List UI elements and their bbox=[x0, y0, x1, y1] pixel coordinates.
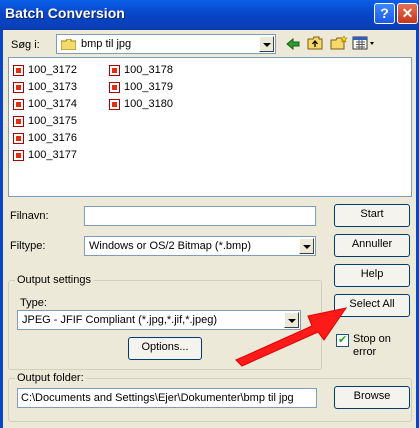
list-item[interactable]: 100_3173 bbox=[13, 79, 77, 95]
file-name: 100_3177 bbox=[28, 149, 77, 161]
cancel-button[interactable]: Annuller bbox=[334, 234, 410, 257]
close-button[interactable]: ✕ bbox=[397, 3, 418, 24]
stop-on-error-label: Stop on error bbox=[353, 333, 391, 359]
output-folder-field[interactable]: C:\Documents and Settings\Ejer\Dokumente… bbox=[17, 388, 317, 408]
browse-button[interactable]: Browse bbox=[334, 386, 410, 409]
output-folder-legend: Output folder: bbox=[15, 372, 86, 384]
browse-label: Browse bbox=[353, 390, 391, 402]
filename-label: Filnavn: bbox=[10, 210, 49, 222]
type-label: Type: bbox=[20, 297, 47, 309]
start-button[interactable]: Start bbox=[334, 204, 410, 227]
red-arrow-annotation bbox=[235, 307, 348, 367]
image-file-icon bbox=[13, 115, 24, 127]
view-menu-icon[interactable] bbox=[352, 35, 376, 51]
file-name: 100_3179 bbox=[124, 81, 173, 93]
folder-icon bbox=[60, 38, 77, 51]
image-file-icon bbox=[109, 81, 120, 93]
help-label: Help bbox=[360, 268, 384, 280]
image-file-icon bbox=[13, 132, 24, 144]
look-in-value: bmp til jpg bbox=[81, 38, 132, 50]
list-item[interactable]: 100_3176 bbox=[13, 130, 77, 146]
filetype-label: Filtype: bbox=[10, 240, 46, 252]
file-name: 100_3180 bbox=[124, 98, 173, 110]
options-label: Options... bbox=[141, 341, 189, 353]
list-item[interactable]: 100_3177 bbox=[13, 147, 77, 163]
chevron-down-icon[interactable] bbox=[259, 36, 274, 52]
file-list[interactable]: 100_3172 100_3173 100_3174 100_3175 100_… bbox=[8, 57, 412, 197]
output-folder-value: C:\Documents and Settings\Ejer\Dokumente… bbox=[21, 392, 294, 404]
title-bar: Batch Conversion ? ✕ bbox=[0, 0, 419, 30]
image-file-icon bbox=[13, 81, 24, 93]
file-name: 100_3174 bbox=[28, 98, 77, 110]
list-item[interactable]: 100_3180 bbox=[109, 96, 173, 112]
window-frame-left bbox=[0, 30, 3, 428]
new-folder-icon[interactable] bbox=[330, 35, 348, 51]
image-file-icon bbox=[13, 64, 24, 76]
file-name: 100_3176 bbox=[28, 132, 77, 144]
start-label: Start bbox=[360, 208, 384, 220]
file-name: 100_3173 bbox=[28, 81, 77, 93]
image-file-icon bbox=[13, 98, 24, 110]
file-name: 100_3178 bbox=[124, 64, 173, 76]
help-title-button[interactable]: ? bbox=[374, 3, 395, 24]
output-settings-legend: Output settings bbox=[15, 274, 93, 286]
file-name: 100_3175 bbox=[28, 115, 77, 127]
output-type-value: JPEG - JFIF Compliant (*.jpg,*.jif,*.jpe… bbox=[22, 314, 218, 326]
look-in-dropdown[interactable]: bmp til jpg bbox=[56, 34, 276, 54]
list-item[interactable]: 100_3172 bbox=[13, 62, 77, 78]
options-button[interactable]: Options... bbox=[128, 337, 202, 360]
filetype-dropdown[interactable]: Windows or OS/2 Bitmap (*.bmp) bbox=[84, 236, 316, 256]
image-file-icon bbox=[109, 98, 120, 110]
window-title: Batch Conversion bbox=[5, 5, 125, 21]
image-file-icon bbox=[13, 149, 24, 161]
help-button[interactable]: Help bbox=[334, 264, 410, 287]
list-item[interactable]: 100_3174 bbox=[13, 96, 77, 112]
list-item[interactable]: 100_3175 bbox=[13, 113, 77, 129]
filetype-value: Windows or OS/2 Bitmap (*.bmp) bbox=[89, 240, 251, 252]
list-item[interactable]: 100_3178 bbox=[109, 62, 173, 78]
list-item[interactable]: 100_3179 bbox=[109, 79, 173, 95]
stop-on-error-line1: Stop on bbox=[353, 333, 391, 345]
image-file-icon bbox=[109, 64, 120, 76]
chevron-down-icon[interactable] bbox=[299, 238, 314, 254]
cancel-label: Annuller bbox=[351, 238, 393, 250]
back-icon[interactable] bbox=[285, 36, 301, 52]
up-folder-icon[interactable] bbox=[307, 35, 323, 51]
look-in-label: Søg i: bbox=[11, 39, 40, 51]
filename-field[interactable] bbox=[84, 206, 316, 226]
file-name: 100_3172 bbox=[28, 64, 77, 76]
